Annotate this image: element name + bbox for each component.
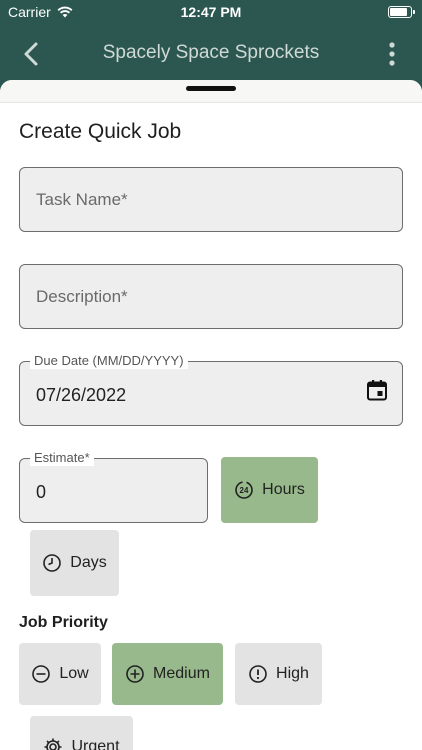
priority-high-button[interactable]: High [235, 643, 322, 705]
minus-circle-icon [32, 665, 51, 683]
nav-bar: Spacely Space Sprockets [0, 24, 422, 80]
back-arrow-icon[interactable] [18, 40, 46, 68]
description-field[interactable]: Description* [19, 264, 403, 329]
priority-medium-button[interactable]: Medium [112, 643, 223, 705]
days-label: Days [70, 554, 107, 571]
exclamation-circle-icon [249, 665, 267, 683]
sheet-handle-area[interactable] [0, 80, 422, 103]
priority-urgent-button[interactable]: Urgent [30, 716, 133, 750]
svg-text:24: 24 [240, 486, 249, 495]
battery-level [390, 8, 407, 16]
calendar-icon[interactable] [366, 379, 388, 401]
due-date-value: 07/26/2022 [36, 385, 127, 405]
gear-icon [44, 738, 62, 750]
hours-unit-button[interactable]: 24 Hours [221, 457, 318, 523]
estimate-label: Estimate* [30, 450, 94, 466]
task-name-field[interactable]: Task Name* [19, 167, 403, 232]
battery-icon [388, 6, 415, 18]
priority-low-button[interactable]: Low [19, 643, 101, 705]
hours-label: Hours [262, 481, 305, 498]
description-placeholder: Description* [36, 287, 128, 306]
job-priority-label: Job Priority [19, 614, 108, 631]
clock-24h-icon: 24 [235, 481, 253, 499]
priority-low-label: Low [59, 665, 89, 682]
nav-title: Spacely Space Sprockets [102, 42, 320, 63]
priority-medium-label: Medium [153, 665, 210, 682]
clock-icon [43, 554, 62, 572]
priority-high-label: High [276, 665, 309, 682]
days-unit-button[interactable]: Days [30, 530, 119, 596]
form-title: Create Quick Job [19, 120, 182, 143]
drag-handle[interactable] [186, 86, 236, 91]
plus-circle-icon [126, 665, 144, 683]
status-bar: Carrier 12:47 PM [0, 0, 422, 24]
priority-urgent-label: Urgent [71, 738, 120, 750]
quick-job-sheet: Create Quick Job Task Name* Description*… [0, 80, 422, 750]
due-date-field[interactable]: Due Date (MM/DD/YYYY) 07/26/2022 [19, 353, 403, 426]
status-time: 12:47 PM [180, 4, 242, 20]
estimate-field[interactable]: Estimate* 0 [19, 450, 208, 523]
due-date-label: Due Date (MM/DD/YYYY) [30, 353, 188, 369]
task-name-placeholder: Task Name* [36, 190, 128, 209]
more-options-icon[interactable] [388, 42, 396, 66]
estimate-value: 0 [36, 482, 47, 502]
